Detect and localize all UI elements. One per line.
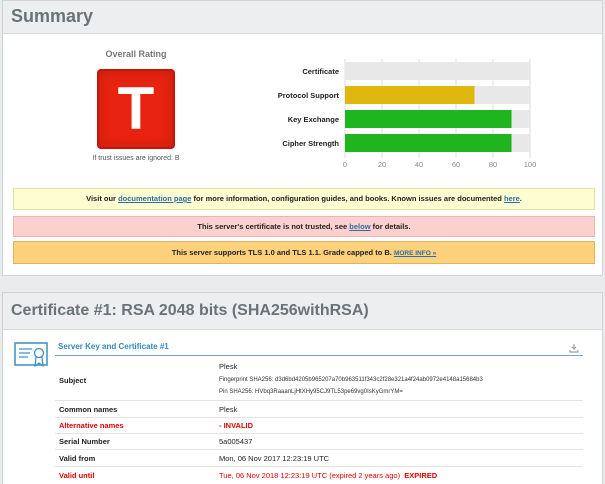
chart-category-label: Cipher Strength <box>282 139 339 148</box>
documentation-page-link[interactable]: documentation page <box>118 194 191 203</box>
certificate-title: Certificate #1: RSA 2048 bits (SHA256wit… <box>3 293 602 330</box>
grade-badge: T <box>97 69 175 149</box>
chart-tick-label: 0 <box>343 160 347 169</box>
chart-tick-label: 60 <box>452 160 460 169</box>
common-names-value: Plesk <box>219 405 238 414</box>
row-divider <box>55 400 583 401</box>
known-issues-link[interactable]: here <box>504 194 520 203</box>
overall-rating-label: Overall Rating <box>105 49 167 59</box>
valid-until-label: Valid until <box>59 471 95 480</box>
chart-category-label: Key Exchange <box>288 115 339 124</box>
valid-until-date: Tue, 06 Nov 2018 12:23:19 UTC (expired 2… <box>219 471 401 480</box>
below-link[interactable]: below <box>349 222 370 231</box>
chart-bar-track <box>345 62 530 80</box>
chart-tick-label: 100 <box>524 160 537 169</box>
serial-number-label: Serial Number <box>59 437 110 446</box>
valid-until-value: Tue, 06 Nov 2018 12:23:19 UTC (expired 2… <box>219 471 437 480</box>
chart-tick-label: 20 <box>378 160 386 169</box>
download-icon[interactable] <box>569 343 579 353</box>
tls-warning-notice: This server supports TLS 1.0 and TLS 1.1… <box>13 241 595 264</box>
summary-panel: Summary Overall Rating T If trust issues… <box>2 0 603 276</box>
subject-fingerprint: Fingerprint SHA256: d3d6bd4205b965207a70… <box>219 377 483 383</box>
tls-notice-text: This server supports TLS 1.0 and TLS 1.1… <box>171 248 394 257</box>
more-info-link[interactable]: MORE INFO » <box>394 250 436 257</box>
chart-bar <box>345 110 512 128</box>
row-divider <box>55 449 583 450</box>
summary-title: Summary <box>3 1 602 34</box>
doc-notice-mid: for more information, configuration guid… <box>191 194 504 203</box>
subject-label: Subject <box>59 376 87 385</box>
section-divider <box>55 355 583 356</box>
common-names-label: Common names <box>59 405 118 414</box>
row-divider <box>55 417 583 418</box>
trust-warning-notice: This server's certificate is not trusted… <box>13 216 595 237</box>
chart-tick-label: 80 <box>489 160 497 169</box>
grade-note: If trust issues are ignored: B <box>92 155 180 162</box>
section-title: Server Key and Certificate #1 <box>58 342 169 351</box>
row-divider <box>55 466 583 467</box>
expired-flag: EXPIRED <box>404 471 438 480</box>
chart-category-label: Certificate <box>302 67 339 76</box>
valid-from-label: Valid from <box>59 454 96 463</box>
valid-from-value: Mon, 06 Nov 2017 12:23:19 UTC <box>219 454 330 463</box>
chart-category-label: Protocol Support <box>278 91 340 100</box>
doc-notice-post: . <box>519 194 522 203</box>
alternative-names-value: - INVALID <box>219 421 254 430</box>
subject-pin: Pin SHA256: HVbq3RaaanLjHtXHy95CJ9TL53pe… <box>219 389 403 395</box>
trust-notice-pre: This server's certificate is not trusted… <box>197 222 350 231</box>
alternative-names-label: Alternative names <box>59 421 124 430</box>
row-divider <box>55 433 583 434</box>
chart-tick-label: 40 <box>415 160 423 169</box>
trust-notice-post: for details. <box>370 222 411 231</box>
chart-bar <box>345 134 512 152</box>
certificate-panel: Certificate #1: RSA 2048 bits (SHA256wit… <box>2 292 603 484</box>
subject-value: Plesk <box>219 362 238 371</box>
serial-number-value: 5a005437 <box>219 437 253 446</box>
certificate-icon <box>14 342 48 368</box>
rating-chart: 0 20 40 60 80 100 Certificate Protocol Support K… <box>278 59 537 169</box>
documentation-notice: Visit our documentation page for more in… <box>13 188 595 210</box>
chart-bar <box>345 86 475 104</box>
doc-notice-pre: Visit our <box>86 194 119 203</box>
